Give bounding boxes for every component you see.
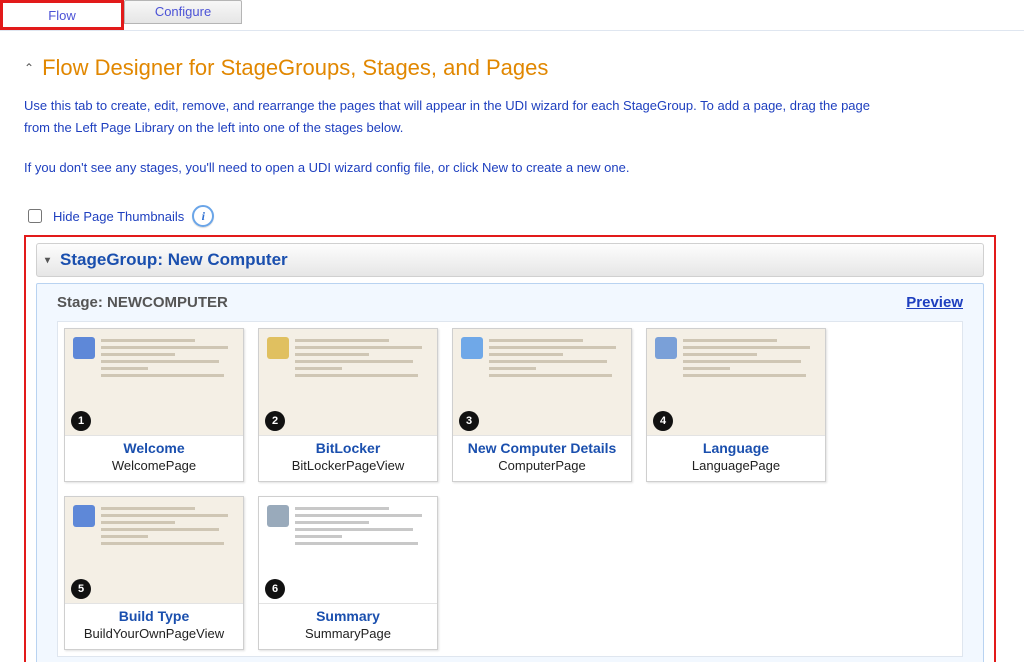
- stage-panel: Stage: NEWCOMPUTER Preview 1 Welcome Wel…: [36, 283, 984, 662]
- page-title-label: Welcome: [112, 440, 196, 456]
- preview-link[interactable]: Preview: [906, 294, 963, 311]
- page-title: Flow Designer for StageGroups, Stages, a…: [42, 55, 548, 81]
- thumb-icon: [267, 505, 289, 527]
- hide-thumbnails-row: Hide Page Thumbnails i: [24, 205, 1000, 227]
- thumb-icon: [655, 337, 677, 359]
- page-card-build-type[interactable]: 5 Build Type BuildYourOwnPageView: [64, 496, 244, 650]
- stage-title: Stage: NEWCOMPUTER: [57, 294, 228, 311]
- page-caption: Summary SummaryPage: [303, 604, 393, 649]
- thumb-lines: [295, 507, 429, 549]
- description-1: Use this tab to create, edit, remove, an…: [24, 95, 894, 139]
- thumb-lines: [101, 339, 235, 381]
- tab-flow[interactable]: Flow: [3, 3, 121, 27]
- order-badge: 3: [459, 411, 479, 431]
- page-thumbnail: 2: [259, 329, 437, 436]
- main-content: ⌃ Flow Designer for StageGroups, Stages,…: [0, 31, 1024, 662]
- page-title-label: BitLocker: [292, 440, 405, 456]
- page-type-label: BitLockerPageView: [292, 458, 405, 473]
- page-card-welcome[interactable]: 1 Welcome WelcomePage: [64, 328, 244, 482]
- page-card-new-computer-details[interactable]: 3 New Computer Details ComputerPage: [452, 328, 632, 482]
- page-thumbnail: 5: [65, 497, 243, 604]
- page-title-label: New Computer Details: [468, 440, 617, 456]
- order-badge: 6: [265, 579, 285, 599]
- page-type-label: BuildYourOwnPageView: [84, 626, 224, 641]
- order-badge: 4: [653, 411, 673, 431]
- hide-thumbnails-label: Hide Page Thumbnails: [53, 209, 184, 224]
- page-title-label: Summary: [305, 608, 391, 624]
- page-card-summary[interactable]: 6 Summary SummaryPage: [258, 496, 438, 650]
- page-type-label: ComputerPage: [468, 458, 617, 473]
- page-caption: BitLocker BitLockerPageView: [290, 436, 407, 481]
- collapse-icon[interactable]: ⌃: [24, 61, 34, 75]
- description-2: If you don't see any stages, you'll need…: [24, 157, 894, 179]
- thumb-icon: [73, 337, 95, 359]
- info-icon[interactable]: i: [192, 205, 214, 227]
- page-thumbnail: 4: [647, 329, 825, 436]
- stage-title-row: Stage: NEWCOMPUTER Preview: [57, 294, 963, 311]
- page-type-label: LanguagePage: [692, 458, 780, 473]
- order-badge: 2: [265, 411, 285, 431]
- thumb-icon: [267, 337, 289, 359]
- thumb-lines: [295, 339, 429, 381]
- tab-configure[interactable]: Configure: [124, 0, 242, 24]
- tab-bar: Flow Configure: [0, 0, 1024, 31]
- thumb-icon: [461, 337, 483, 359]
- thumb-lines: [683, 339, 817, 381]
- order-badge: 5: [71, 579, 91, 599]
- order-badge: 1: [71, 411, 91, 431]
- stagegroup-frame-highlight: ▾ StageGroup: New Computer Stage: NEWCOM…: [24, 235, 996, 662]
- chevron-down-icon[interactable]: ▾: [45, 255, 50, 266]
- page-type-label: SummaryPage: [305, 626, 391, 641]
- active-tab-highlight: Flow: [0, 0, 124, 30]
- page-title-label: Build Type: [84, 608, 224, 624]
- stagegroup-header[interactable]: ▾ StageGroup: New Computer: [36, 243, 984, 277]
- page-thumbnail: 1: [65, 329, 243, 436]
- page-cards: 1 Welcome WelcomePage 2 BitLocker: [57, 321, 963, 657]
- page-type-label: WelcomePage: [112, 458, 196, 473]
- page-caption: New Computer Details ComputerPage: [466, 436, 619, 481]
- page-thumbnail: 3: [453, 329, 631, 436]
- page-caption: Language LanguagePage: [690, 436, 782, 481]
- page-caption: Build Type BuildYourOwnPageView: [82, 604, 226, 649]
- thumb-icon: [73, 505, 95, 527]
- page-card-language[interactable]: 4 Language LanguagePage: [646, 328, 826, 482]
- thumb-lines: [101, 507, 235, 549]
- page-title-label: Language: [692, 440, 780, 456]
- page-caption: Welcome WelcomePage: [110, 436, 198, 481]
- stagegroup-title: StageGroup: New Computer: [60, 250, 288, 270]
- section-header[interactable]: ⌃ Flow Designer for StageGroups, Stages,…: [24, 55, 1000, 81]
- hide-thumbnails-checkbox[interactable]: [28, 209, 42, 223]
- thumb-lines: [489, 339, 623, 381]
- page-thumbnail: 6: [259, 497, 437, 604]
- page-card-bitlocker[interactable]: 2 BitLocker BitLockerPageView: [258, 328, 438, 482]
